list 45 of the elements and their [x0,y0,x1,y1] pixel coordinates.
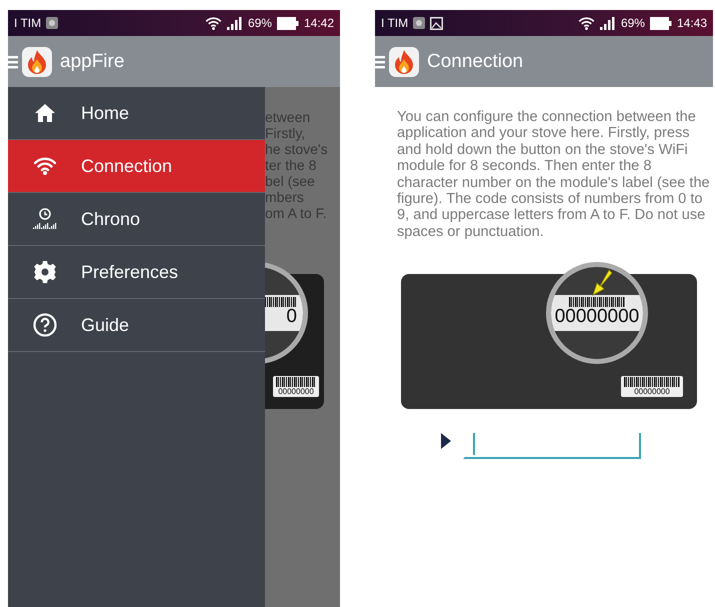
home-icon [34,103,56,123]
dimmed-text: etween [265,109,312,125]
dimmed-text: Firstly, [265,125,306,141]
wifi-icon [34,157,56,175]
battery-icon [650,16,672,30]
wifi-signal-icon [204,16,222,30]
signal-icon [226,16,243,30]
dimmed-text: bel (see [265,173,316,189]
carrier-name: I TIM [14,16,42,30]
barcode-drawing [276,377,316,387]
carrier-name: I TIM [381,16,408,30]
flame-logo-icon [389,46,419,76]
small-label-code: 00000000 [278,387,314,396]
signal-icon [600,16,616,30]
clock-time: 14:42 [304,16,334,30]
barcode-drawing [569,297,625,308]
settings-icon [32,260,56,284]
code-input-field[interactable] [463,433,641,460]
battery-icon [276,16,299,30]
barcode-drawing [624,377,680,388]
notification-icon [46,17,58,29]
code-label-text: 0 [286,307,297,327]
app-bar-title: Connection [427,50,524,72]
dimmed-text: mbers [265,189,305,205]
drawer-item[interactable]: Guide [8,299,265,352]
drawer-item[interactable]: Chrono [8,193,265,246]
code-label-text: 00000000 [554,307,640,328]
battery-percentage: 69% [620,16,645,30]
play-icon [441,433,451,450]
drawer-item[interactable]: Connection [8,140,265,193]
drawer-item[interactable]: Preferences [8,246,265,299]
flame-logo-icon [22,46,52,76]
instructions-text: You can configure the connection between the application and your stove here. Firstly, press and hold down the button on the stove's WiFi module for 8 seconds. Then enter the 8 character number on the module's label (see the figure). The code consists of numbers from 0 to 9, and uppercase letters from A to F. Do not use spaces or punctuation. [397,109,711,240]
notification-icon [413,17,426,29]
menu-icon[interactable] [375,54,385,68]
menu-icon[interactable] [8,54,18,68]
battery-percentage: 69% [248,16,272,30]
small-label-code: 00000000 [634,387,670,396]
help-icon [32,313,56,337]
clock-time: 14:43 [676,16,707,30]
app-bar-title: appFire [60,50,124,72]
dimmed-text: he stove's [265,141,328,157]
wifi-signal-icon [578,16,595,30]
clock-chart-icon [32,208,58,230]
image-icon [430,16,444,30]
